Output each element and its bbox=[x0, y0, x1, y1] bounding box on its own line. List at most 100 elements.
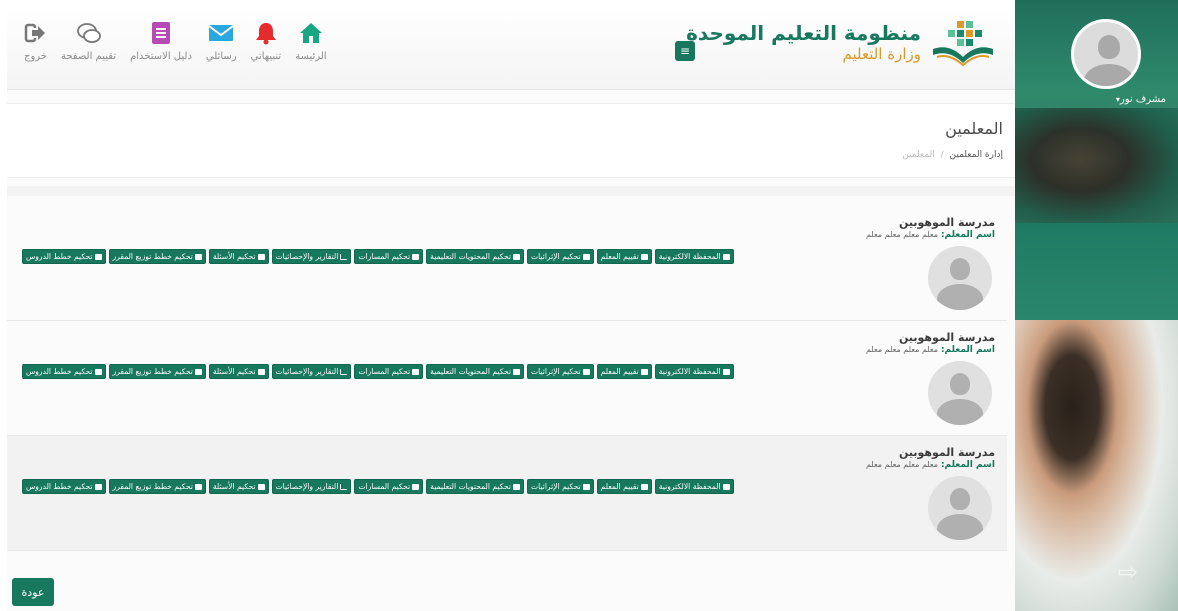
avatar-head bbox=[1098, 35, 1120, 59]
sidebar-photo-child bbox=[1015, 320, 1178, 611]
chart-icon bbox=[340, 368, 348, 375]
button-label: تقييم المعلم bbox=[600, 367, 639, 376]
school-name: مدرسة الموهوبين bbox=[898, 446, 995, 459]
reports-stats-button[interactable]: التقارير والإحصائيات bbox=[271, 364, 352, 379]
teacher-evaluation-button[interactable]: تقييم المعلم bbox=[596, 249, 652, 264]
sidebar-photo bbox=[1015, 108, 1178, 223]
teacher-name-line: اسم المعلم: معلم معلم معلم معلم bbox=[866, 460, 995, 470]
avatar-shoulders bbox=[937, 284, 983, 310]
tracks-review-button[interactable]: تحكيم المسارات bbox=[354, 364, 424, 379]
teacher-actions: المحفظة الالكترونية تقييم المعلم تحكيم ا… bbox=[22, 249, 734, 264]
teacher-name-label: اسم المعلم: bbox=[940, 230, 995, 240]
content-review-button[interactable]: تحكيم المحتويات التعليمية bbox=[426, 479, 524, 494]
button-label: تحكيم الأسئلة bbox=[212, 482, 256, 491]
back-button[interactable]: عودة bbox=[12, 578, 54, 606]
button-label: تحكيم الأسئلة bbox=[212, 367, 256, 376]
top-header: خروج تقييم الصفحة دليل الاستخدام رسائلي … bbox=[7, 7, 1015, 90]
teacher-card: مدرسة الموهوبين اسم المعلم: معلم معلم مع… bbox=[7, 206, 1007, 321]
nav-label: تقييم الصفحة bbox=[60, 51, 117, 62]
arrow-right-icon: ⇨ bbox=[1117, 558, 1138, 586]
avatar-shoulders bbox=[937, 514, 983, 540]
monitor-icon bbox=[94, 253, 102, 260]
list-icon bbox=[582, 253, 590, 260]
monitor-icon bbox=[257, 253, 265, 260]
lesson-plans-review-button[interactable]: تحكيم خطط الدروس bbox=[22, 249, 106, 264]
button-label: تحكيم الأسئلة bbox=[212, 252, 256, 261]
button-label: تحكيم المسارات bbox=[358, 367, 411, 376]
user-sidebar: مشرف نور▾ ⇨ bbox=[1015, 0, 1178, 611]
monitor-icon bbox=[412, 483, 420, 490]
nav-alerts[interactable]: تنبيهاتي bbox=[244, 19, 289, 62]
ministry-logo[interactable]: منظومة التعليم الموحدة وزارة التعليم bbox=[686, 19, 995, 67]
e-portfolio-button[interactable]: المحفظة الالكترونية bbox=[654, 479, 734, 494]
nav-home[interactable]: الرئيسة bbox=[288, 19, 333, 62]
nav-user-guide[interactable]: دليل الاستخدام bbox=[123, 19, 199, 62]
tracks-review-button[interactable]: تحكيم المسارات bbox=[354, 479, 424, 494]
reports-stats-button[interactable]: التقارير والإحصائيات bbox=[271, 479, 352, 494]
monitor-icon bbox=[257, 483, 265, 490]
button-label: تحكيم الإثرائيات bbox=[530, 367, 581, 376]
avatar-shoulders bbox=[1084, 64, 1134, 86]
button-label: تحكيم خطط الدروس bbox=[26, 482, 93, 491]
button-label: التقارير والإحصائيات bbox=[275, 482, 339, 491]
feedback-icon bbox=[76, 19, 102, 47]
lesson-plans-review-button[interactable]: تحكيم خطط الدروس bbox=[22, 364, 106, 379]
nav-label: خروج bbox=[24, 51, 47, 62]
questions-review-button[interactable]: تحكيم الأسئلة bbox=[208, 364, 269, 379]
button-label: تحكيم خطط توزيع المقرر bbox=[112, 482, 193, 491]
monitor-icon bbox=[722, 368, 730, 375]
teacher-name-line: اسم المعلم: معلم معلم معلم معلم bbox=[866, 345, 995, 355]
nav-label: دليل الاستخدام bbox=[130, 51, 192, 62]
tracks-review-button[interactable]: تحكيم المسارات bbox=[354, 249, 424, 264]
button-label: تقييم المعلم bbox=[600, 482, 639, 491]
teacher-evaluation-button[interactable]: تقييم المعلم bbox=[596, 479, 652, 494]
content-review-button[interactable]: تحكيم المحتويات التعليمية bbox=[426, 249, 524, 264]
teacher-card: مدرسة الموهوبين اسم المعلم: معلم معلم مع… bbox=[7, 321, 1007, 436]
breadcrumb-separator: / bbox=[940, 150, 944, 160]
list-icon bbox=[640, 253, 648, 260]
teacher-name: معلم معلم معلم معلم bbox=[865, 345, 939, 354]
home-icon bbox=[299, 19, 323, 47]
button-label: تحكيم خطط الدروس bbox=[26, 367, 93, 376]
monitor-icon bbox=[722, 253, 730, 260]
user-menu[interactable]: مشرف نور▾ bbox=[1116, 94, 1166, 105]
button-label: تحكيم خطط توزيع المقرر bbox=[112, 367, 193, 376]
questions-review-button[interactable]: تحكيم الأسئلة bbox=[208, 249, 269, 264]
e-portfolio-button[interactable]: المحفظة الالكترونية bbox=[654, 249, 734, 264]
avatar-shoulders bbox=[937, 399, 983, 425]
content-review-button[interactable]: تحكيم المحتويات التعليمية bbox=[426, 364, 524, 379]
monitor-icon bbox=[257, 368, 265, 375]
course-plans-review-button[interactable]: تحكيم خطط توزيع المقرر bbox=[108, 249, 206, 264]
monitor-icon bbox=[512, 483, 520, 490]
avatar-head bbox=[950, 258, 970, 280]
teacher-name-label: اسم المعلم: bbox=[940, 460, 995, 470]
enrichments-review-button[interactable]: تحكيم الإثرائيات bbox=[526, 479, 594, 494]
teacher-avatar bbox=[928, 361, 992, 425]
enrichments-review-button[interactable]: تحكيم الإثرائيات bbox=[526, 364, 594, 379]
teacher-evaluation-button[interactable]: تقييم المعلم bbox=[596, 364, 652, 379]
course-plans-review-button[interactable]: تحكيم خطط توزيع المقرر bbox=[108, 479, 206, 494]
chart-icon bbox=[340, 253, 348, 260]
course-plans-review-button[interactable]: تحكيم خطط توزيع المقرر bbox=[108, 364, 206, 379]
e-portfolio-button[interactable]: المحفظة الالكترونية bbox=[654, 364, 734, 379]
teacher-actions: المحفظة الالكترونية تقييم المعلم تحكيم ا… bbox=[22, 364, 734, 379]
nav-logout[interactable]: خروج bbox=[17, 19, 54, 62]
enrichments-review-button[interactable]: تحكيم الإثرائيات bbox=[526, 249, 594, 264]
avatar-head bbox=[950, 488, 970, 510]
button-label: تحكيم المسارات bbox=[358, 252, 411, 261]
lesson-plans-review-button[interactable]: تحكيم خطط الدروس bbox=[22, 479, 106, 494]
reports-stats-button[interactable]: التقارير والإحصائيات bbox=[271, 249, 352, 264]
teacher-name-label: اسم المعلم: bbox=[940, 345, 995, 355]
monitor-icon bbox=[722, 483, 730, 490]
nav-label: رسائلي bbox=[205, 51, 237, 62]
nav-messages[interactable]: رسائلي bbox=[199, 19, 244, 62]
top-nav: خروج تقييم الصفحة دليل الاستخدام رسائلي … bbox=[17, 19, 334, 62]
breadcrumb-link-teachers-management[interactable]: إدارة المعلمين bbox=[950, 150, 1003, 160]
page-title: المعلمين bbox=[945, 119, 1003, 138]
button-label: تحكيم خطط الدروس bbox=[26, 252, 93, 261]
questions-review-button[interactable]: تحكيم الأسئلة bbox=[208, 479, 269, 494]
user-avatar[interactable] bbox=[1071, 19, 1141, 89]
user-name: مشرف نور bbox=[1119, 94, 1166, 105]
section-divider bbox=[7, 186, 1015, 196]
nav-rate-page[interactable]: تقييم الصفحة bbox=[54, 19, 123, 62]
